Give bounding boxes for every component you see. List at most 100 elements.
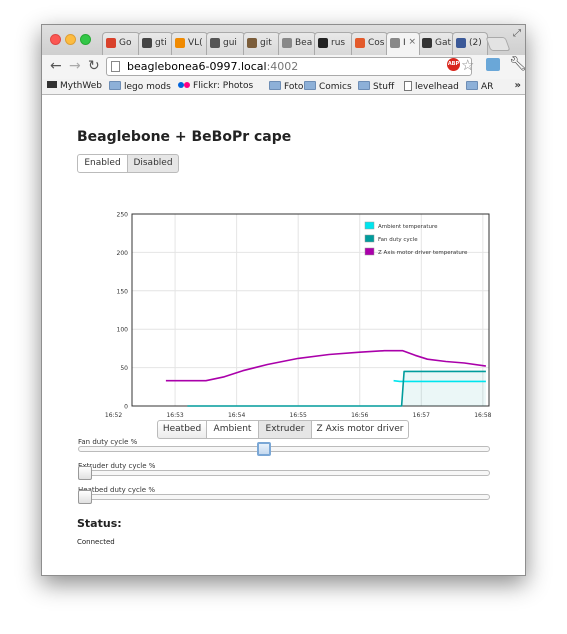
bookmark-label: MythWeb	[60, 81, 102, 91]
browser-tab[interactable]: Gat	[418, 32, 454, 55]
reload-button[interactable]: ↻	[88, 58, 100, 74]
extension-icon[interactable]	[486, 58, 500, 71]
zoom-window-button[interactable]	[80, 34, 91, 45]
back-button[interactable]: ←	[50, 58, 62, 74]
browser-tab-label: Cos	[368, 38, 385, 48]
fan-duty-area	[187, 371, 486, 406]
y-tick-label: 0	[124, 404, 128, 411]
x-tick-label: 16:57	[413, 412, 430, 419]
extruder-duty-cycle-handle[interactable]	[78, 466, 92, 480]
browser-tab[interactable]: Go	[102, 32, 140, 55]
close-window-button[interactable]	[50, 34, 61, 45]
folder-icon	[109, 81, 121, 90]
bookmark-label: AR	[481, 82, 494, 92]
bookmark-item[interactable]: Foto	[269, 81, 303, 92]
browser-tab-label: VL(	[188, 38, 203, 48]
tab-heatbed[interactable]: Heatbed	[157, 420, 207, 439]
enabled-button[interactable]: Enabled	[77, 154, 128, 173]
page-title: Beaglebone + BeBoPr cape	[77, 129, 292, 145]
legend-swatch	[364, 247, 375, 256]
bookmarks-overflow-button[interactable]: »	[515, 80, 521, 91]
browser-tab-label: gti	[155, 38, 167, 48]
browser-tab[interactable]: gti	[138, 32, 173, 55]
terminal-icon	[422, 38, 432, 48]
browser-tab-label: Go	[119, 38, 132, 48]
browser-tab-label: Bea	[295, 38, 313, 48]
forward-button[interactable]: →	[69, 58, 81, 74]
browser-tab[interactable]: Cos	[351, 32, 388, 55]
fan-duty-cycle-label: Fan duty cycle %	[78, 438, 138, 446]
browser-tab[interactable]: Bea	[278, 32, 316, 55]
mythweb-icon	[47, 81, 57, 88]
bookmark-item[interactable]: levelhead	[404, 81, 459, 92]
bookmark-item[interactable]: lego mods	[109, 81, 171, 92]
swirl-icon	[355, 38, 365, 48]
tab-extruder[interactable]: Extruder	[258, 420, 312, 439]
git-icon	[247, 38, 257, 48]
y-tick-label: 250	[117, 212, 129, 219]
browser-tab-label: gui	[223, 38, 237, 48]
url-port: :4002	[266, 60, 299, 73]
close-tab-icon[interactable]: ×	[408, 37, 416, 47]
flickr-icon	[178, 81, 190, 89]
x-tick-label: 16:56	[351, 412, 368, 419]
url-text: beaglebonea6-0997.local:4002	[127, 60, 298, 73]
bookmark-label: lego mods	[124, 82, 171, 92]
minimize-window-button[interactable]	[65, 34, 76, 45]
heatbed-duty-cycle-slider[interactable]	[78, 490, 490, 504]
bookmark-item[interactable]: MythWeb	[47, 81, 102, 91]
bookmark-item[interactable]: Comics	[304, 81, 352, 92]
y-tick-label: 150	[117, 288, 129, 295]
bookmarks-bar: MythWeb lego mods Flickr: Photos Foto Comics…	[42, 79, 525, 95]
fullscreen-icon[interactable]: ⤢	[513, 28, 521, 39]
browser-tab[interactable]: git	[243, 32, 280, 55]
adblock-icon[interactable]: ABP	[447, 58, 460, 71]
bookmark-item[interactable]: Stuff	[358, 81, 394, 92]
folder-icon	[358, 81, 370, 90]
grid-icon	[142, 38, 152, 48]
page-content: Beaglebone + BeBoPr cape Enabled Disable…	[42, 96, 525, 575]
y-tick-label: 100	[117, 327, 129, 334]
browser-tab[interactable]: VL(	[171, 32, 208, 55]
browser-tab[interactable]: rus	[314, 32, 353, 55]
new-tab-button[interactable]	[485, 37, 511, 51]
disabled-button[interactable]: Disabled	[127, 154, 179, 173]
bookmark-item[interactable]: AR	[466, 81, 493, 92]
vlc-icon	[175, 38, 185, 48]
legend-label: Ambient temperature	[378, 224, 438, 230]
bookmark-label: Foto	[284, 82, 304, 92]
browser-tab[interactable]: (2)	[452, 32, 488, 55]
bookmark-star-icon[interactable]: ☆	[461, 56, 474, 74]
browser-tab[interactable]: gui	[206, 32, 245, 55]
page-icon	[111, 61, 120, 72]
fan-duty-cycle-handle[interactable]	[257, 442, 271, 456]
extruder-duty-cycle-slider[interactable]	[78, 466, 490, 480]
heatbed-duty-cycle-handle[interactable]	[78, 490, 92, 504]
tab-strip: Go gti VL(gui git Bea rus Cos I × Gat (2) ⤢	[42, 25, 525, 55]
browser-tab-label: I	[403, 38, 406, 48]
browser-tab[interactable]: I ×	[386, 32, 420, 55]
bookmark-label: Flickr: Photos	[193, 81, 254, 91]
wrench-menu-icon[interactable]: 🔧︎	[509, 56, 525, 72]
dots-icon	[210, 38, 220, 48]
tab-z-axis-motor-driver[interactable]: Z Axis motor driver	[311, 420, 409, 439]
tab-ambient[interactable]: Ambient	[206, 420, 259, 439]
browser-tab-label: Gat	[435, 38, 452, 48]
bookmark-label: Comics	[319, 82, 352, 92]
x-tick-label: 16:55	[290, 412, 307, 419]
status-value: Connected	[77, 538, 115, 546]
url-host: beaglebonea6-0997.local	[127, 60, 267, 73]
folder-icon	[269, 81, 281, 90]
fan-duty-cycle-slider[interactable]	[78, 442, 490, 456]
folder-icon	[304, 81, 316, 90]
temperature-chart: 0 50 100 150 200 250 16:52 16:53 16:54 16:55 16:56…	[105, 212, 492, 420]
github-icon	[318, 38, 328, 48]
folder-icon	[466, 81, 478, 90]
address-bar[interactable]: beaglebonea6-0997.local:4002	[106, 57, 472, 76]
y-tick-label: 200	[117, 250, 129, 257]
page-icon	[404, 81, 412, 91]
facebook-icon	[456, 38, 466, 48]
status-heading: Status:	[77, 517, 122, 530]
bookmark-item[interactable]: Flickr: Photos	[178, 81, 253, 91]
x-tick-label: 16:53	[166, 412, 183, 419]
